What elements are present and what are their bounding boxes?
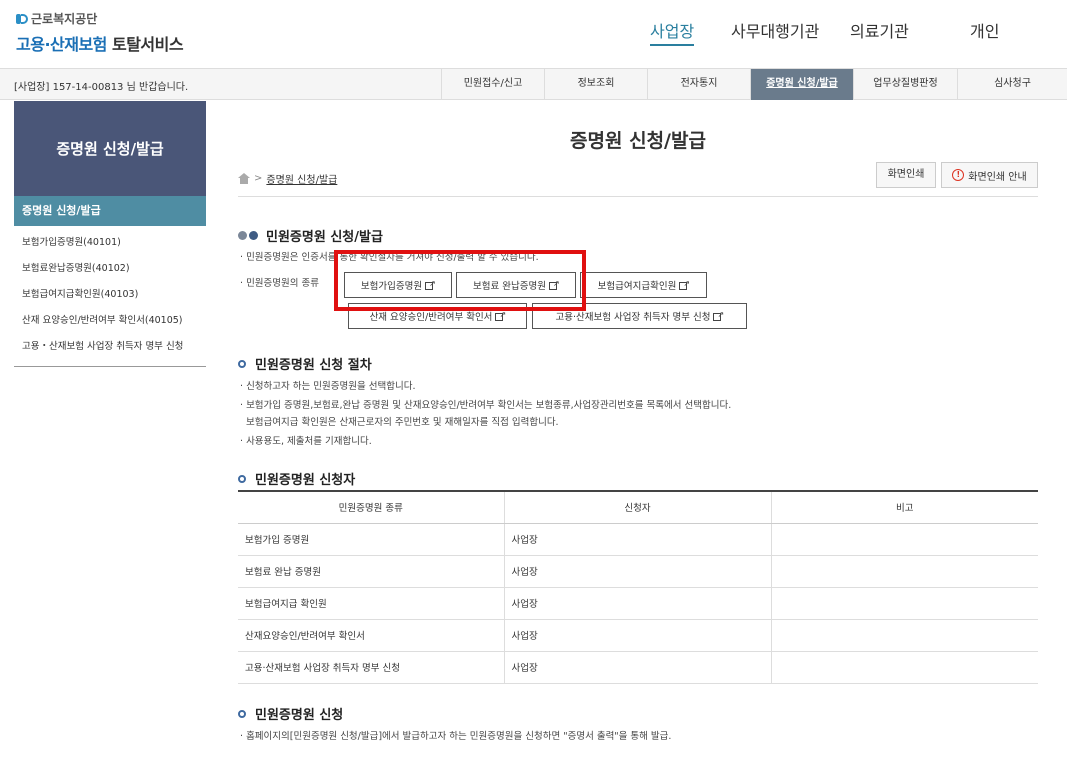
chevron-right-icon: > — [254, 173, 263, 184]
section-heading-procedure: 민원증명원 신청 절차 — [238, 354, 372, 373]
section1-types-label: · 민원증명원의 종류 — [240, 278, 320, 289]
section-heading-apply-issue: 민원증명원 신청/발급 — [238, 226, 383, 245]
table-cell: 사업장 — [503, 587, 771, 620]
table-cell — [770, 555, 1038, 588]
section-heading-apply: 민원증명원 신청 — [238, 704, 343, 723]
tab-certificate[interactable]: 증명원 신청/발급 — [750, 69, 853, 100]
table-cell — [770, 619, 1038, 652]
external-link-icon: ↗ — [495, 311, 506, 321]
column-header: 비고 — [770, 490, 1038, 524]
table-cell: 보험료 완납 증명원 — [238, 555, 504, 588]
table-row: 보험가입 증명원 사업장 — [238, 523, 1038, 556]
bullet-ring-icon — [238, 474, 246, 483]
print-guide-button[interactable]: ! 화면인쇄 안내 — [941, 162, 1038, 188]
table-row: 보험료 완납 증명원 사업장 — [238, 555, 1038, 588]
sidebar: 증명원 신청/발급 증명원 신청/발급 보험가입증명원(40101) 보험료완납… — [14, 101, 206, 367]
highlight-box — [334, 250, 586, 311]
sidebar-item-care-approval[interactable]: 산재 요양승인/반려여부 확인서(40105) — [22, 308, 206, 334]
breadcrumb-current[interactable]: 증명원 신청/발급 — [266, 171, 337, 186]
alert-icon: ! — [952, 169, 965, 181]
gnb-bar: [사업장] 157-14-00813 님 반갑습니다. 민원접수/신고 정보조회… — [0, 68, 1067, 100]
breadcrumb: > 증명원 신청/발급 — [238, 171, 337, 186]
procedure-line: · 신청하고자 하는 민원증명원을 선택합니다. — [240, 381, 416, 392]
table-cell: 보험가입 증명원 — [238, 523, 504, 556]
sidebar-item-insurance-cert[interactable]: 보험가입증명원(40101) — [22, 230, 206, 256]
sidebar-item-premium-paid-cert[interactable]: 보험료완납증명원(40102) — [22, 256, 206, 282]
tab-civil-receipt[interactable]: 민원접수/신고 — [441, 69, 544, 100]
sidebar-list: 보험가입증명원(40101) 보험료완납증명원(40102) 보험급여지급확인원… — [14, 226, 206, 367]
bullet-dot-icon — [238, 231, 247, 240]
sidebar-item-active[interactable]: 증명원 신청/발급 — [14, 196, 206, 226]
nav-business[interactable]: 사업장 — [650, 18, 695, 46]
user-greeting: [사업장] 157-14-00813 님 반갑습니다. — [14, 82, 189, 93]
table-cell — [770, 587, 1038, 620]
top-nav: 사업장 사무대행기관 의료기관 개인 — [0, 18, 1067, 46]
table-cell: 사업장 — [503, 619, 771, 652]
bullet-ring-icon — [238, 709, 246, 718]
print-button[interactable]: 화면인쇄 — [876, 162, 936, 188]
table-cell: 고용·산재보험 사업장 취득자 명부 신청 — [238, 651, 504, 684]
procedure-line: · 보험가입 증명원,보험료,완납 증명원 및 산재요양승인/반려여부 확인서는… — [240, 400, 732, 411]
external-link-icon: ↗ — [679, 280, 690, 290]
table-row: 고용·산재보험 사업장 취득자 명부 신청 사업장 — [238, 651, 1038, 684]
column-header: 민원증명원 종류 — [238, 490, 504, 524]
sidebar-item-acquirer-list[interactable]: 고용・산재보험 사업장 취득자 명부 신청 — [22, 334, 206, 360]
tab-occupational-disease[interactable]: 업무상질병판정 — [853, 69, 957, 100]
section-heading-applicant: 민원증명원 신청자 — [238, 469, 355, 488]
table-row: 산재요양승인/반려여부 확인서 사업장 — [238, 619, 1038, 652]
procedure-line: 보험급여지급 확인원은 산재근로자의 주민번호 및 재해일자를 직접 입력합니다… — [246, 417, 559, 428]
tab-e-notice[interactable]: 전자통지 — [647, 69, 750, 100]
table-cell: 사업장 — [503, 651, 771, 684]
page-title: 증명원 신청/발급 — [570, 130, 706, 152]
table-cell: 사업장 — [503, 523, 771, 556]
header: 근로복지공단 고용·산재보험 토탈서비스 사업장 사무대행기관 의료기관 개인 — [0, 0, 1067, 68]
tab-info-inquiry[interactable]: 정보조회 — [544, 69, 647, 100]
bullet-dot-icon — [249, 231, 258, 240]
table-row: 보험급여지급 확인원 사업장 — [238, 587, 1038, 620]
table-cell — [770, 523, 1038, 556]
benefit-cert-button[interactable]: 보험급여지급확인원 ↗ — [580, 272, 707, 298]
table-cell: 산재요양승인/반려여부 확인서 — [238, 619, 504, 652]
table-cell — [770, 651, 1038, 684]
tab-review-request[interactable]: 심사청구 — [957, 69, 1067, 100]
sidebar-title: 증명원 신청/발급 — [14, 101, 206, 196]
column-header: 신청자 — [503, 490, 771, 524]
procedure-line: · 사용용도, 제출처를 기재합니다. — [240, 436, 372, 447]
bullet-ring-icon — [238, 359, 246, 368]
table-cell: 사업장 — [503, 555, 771, 588]
section4-desc: · 홈페이지의[민원증명원 신청/발급]에서 발급하고자 하는 민원증명원을 신… — [240, 731, 672, 742]
table-header-row: 민원증명원 종류 신청자 비고 — [238, 490, 1038, 524]
nav-personal[interactable]: 개인 — [970, 18, 999, 42]
sidebar-item-benefit-cert[interactable]: 보험급여지급확인원(40103) — [22, 282, 206, 308]
divider — [238, 196, 1038, 197]
home-icon[interactable] — [238, 173, 250, 184]
table-cell: 보험급여지급 확인원 — [238, 587, 504, 620]
nav-agency[interactable]: 사무대행기관 — [731, 18, 819, 42]
nav-medical[interactable]: 의료기관 — [850, 18, 909, 42]
applicant-table: 민원증명원 종류 신청자 비고 보험가입 증명원 사업장 보험료 완납 증명원 … — [238, 490, 1038, 684]
external-link-icon: ↗ — [713, 311, 724, 321]
